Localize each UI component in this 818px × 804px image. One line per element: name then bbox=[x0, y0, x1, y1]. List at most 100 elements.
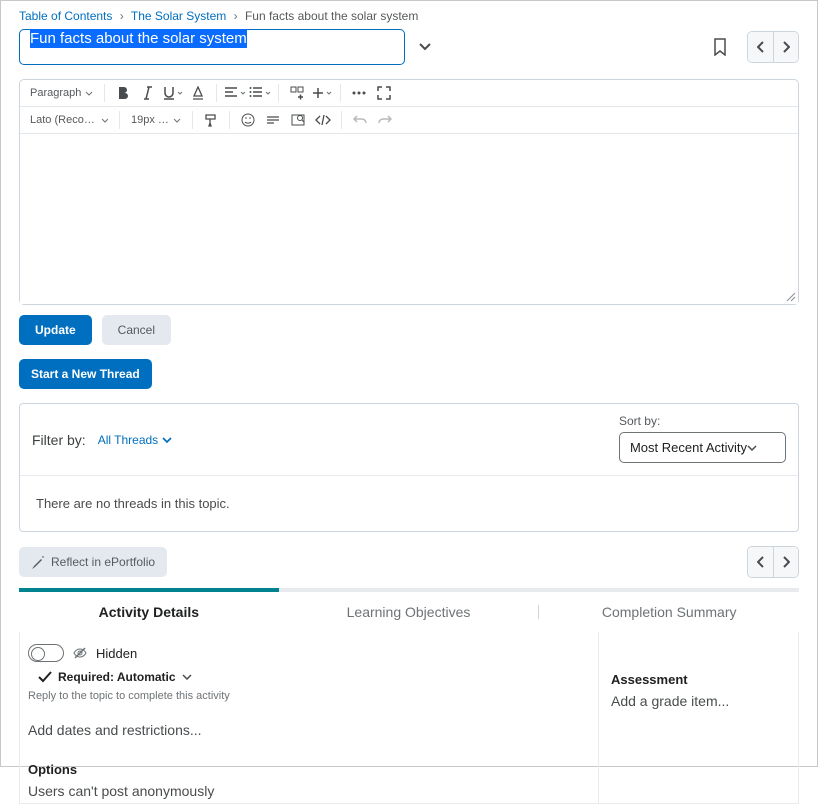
undo-icon bbox=[353, 114, 367, 126]
list-button[interactable] bbox=[249, 82, 271, 104]
title-input[interactable]: Fun facts about the solar system bbox=[19, 29, 405, 65]
redo-icon bbox=[378, 114, 392, 126]
a11y-icon bbox=[291, 113, 305, 127]
insert-icon bbox=[290, 86, 304, 100]
list-icon bbox=[249, 87, 263, 99]
text-color-icon bbox=[191, 86, 205, 100]
editor-toolbar-1: Paragraph bbox=[20, 80, 798, 107]
chevron-right-icon bbox=[782, 556, 790, 568]
font-select[interactable]: Lato (Recom… bbox=[26, 111, 112, 129]
equation-button[interactable] bbox=[262, 109, 284, 131]
undo-button[interactable] bbox=[349, 109, 371, 131]
details-tabs: Activity Details Learning Objectives Com… bbox=[19, 588, 799, 632]
options-text: Users can't post anonymously bbox=[28, 783, 590, 799]
chevron-down-icon bbox=[265, 91, 271, 95]
chevron-down-icon bbox=[101, 118, 108, 123]
check-icon bbox=[38, 671, 52, 683]
breadcrumb-link[interactable]: Table of Contents bbox=[19, 9, 112, 23]
bold-icon bbox=[117, 86, 129, 100]
reflect-button[interactable]: Reflect in ePortfolio bbox=[19, 547, 167, 577]
assessment-heading: Assessment bbox=[611, 672, 786, 687]
update-button[interactable]: Update bbox=[19, 315, 92, 345]
chevron-left-icon bbox=[757, 556, 765, 568]
format-color-button[interactable] bbox=[187, 82, 209, 104]
fullscreen-button[interactable] bbox=[373, 82, 395, 104]
completion-help: Reply to the topic to complete this acti… bbox=[28, 690, 590, 702]
align-button[interactable] bbox=[224, 82, 246, 104]
threads-panel: Filter by: All Threads Sort by: Most Rec… bbox=[19, 403, 799, 532]
section-nav bbox=[747, 546, 799, 578]
source-button[interactable] bbox=[312, 109, 334, 131]
resize-handle-icon[interactable] bbox=[786, 292, 796, 302]
filter-all-threads[interactable]: All Threads bbox=[98, 433, 172, 447]
bookmark-icon bbox=[713, 38, 727, 56]
more-button[interactable] bbox=[348, 82, 370, 104]
breadcrumb: Table of Contents › The Solar System › F… bbox=[1, 1, 817, 29]
emoji-icon bbox=[241, 113, 255, 127]
size-select[interactable]: 19px … bbox=[127, 111, 185, 129]
content-nav bbox=[747, 31, 799, 63]
empty-threads-message: There are no threads in this topic. bbox=[20, 476, 798, 531]
reflect-icon bbox=[31, 555, 45, 569]
sort-label: Sort by: bbox=[619, 414, 786, 428]
chevron-down-icon bbox=[177, 91, 183, 95]
prev-button[interactable] bbox=[748, 547, 773, 577]
bold-button[interactable] bbox=[112, 82, 134, 104]
italic-button[interactable] bbox=[137, 82, 159, 104]
chevron-left-icon bbox=[757, 41, 765, 53]
chevron-right-icon: › bbox=[120, 9, 124, 23]
tab-completion-summary[interactable]: Completion Summary bbox=[539, 592, 799, 632]
accessibility-button[interactable] bbox=[287, 109, 309, 131]
prev-button[interactable] bbox=[748, 32, 773, 62]
rich-text-editor: Paragraph Lato (Recom… 19px … bbox=[19, 79, 799, 305]
title-dropdown[interactable] bbox=[415, 37, 435, 57]
bookmark-button[interactable] bbox=[713, 38, 727, 56]
add-dates-link[interactable]: Add dates and restrictions... bbox=[28, 722, 590, 738]
underline-icon bbox=[163, 86, 175, 100]
chevron-down-icon bbox=[173, 118, 181, 123]
chevron-down-icon[interactable] bbox=[182, 674, 192, 680]
tab-learning-objectives[interactable]: Learning Objectives bbox=[279, 592, 539, 632]
editor-content[interactable] bbox=[20, 134, 798, 304]
eye-off-icon bbox=[72, 645, 88, 661]
options-heading: Options bbox=[28, 762, 590, 777]
chevron-right-icon bbox=[782, 41, 790, 53]
chevron-down-icon bbox=[240, 91, 246, 95]
visibility-label: Hidden bbox=[96, 646, 137, 661]
chevron-down-icon bbox=[326, 91, 332, 95]
more-icon bbox=[352, 91, 366, 95]
tab-activity-details[interactable]: Activity Details bbox=[19, 592, 279, 632]
next-button[interactable] bbox=[773, 547, 798, 577]
chevron-right-icon: › bbox=[234, 9, 238, 23]
chevron-down-icon bbox=[85, 91, 93, 96]
sort-select[interactable]: Most Recent Activity bbox=[619, 432, 786, 463]
start-thread-button[interactable]: Start a New Thread bbox=[19, 359, 152, 389]
editor-toolbar-2: Lato (Recom… 19px … bbox=[20, 107, 798, 134]
chevron-down-icon bbox=[419, 43, 431, 51]
cancel-button[interactable]: Cancel bbox=[102, 315, 171, 345]
format-paint-button[interactable] bbox=[200, 109, 222, 131]
filter-label: Filter by: bbox=[32, 432, 86, 448]
emoji-button[interactable] bbox=[237, 109, 259, 131]
underline-button[interactable] bbox=[162, 82, 184, 104]
breadcrumb-current: Fun facts about the solar system bbox=[245, 9, 418, 23]
required-label: Required: Automatic bbox=[58, 670, 176, 684]
insert-button[interactable] bbox=[286, 82, 308, 104]
italic-icon bbox=[143, 86, 153, 100]
plus-button[interactable] bbox=[311, 82, 333, 104]
code-icon bbox=[315, 114, 331, 126]
plus-icon bbox=[312, 87, 324, 99]
activity-details-panel: Hidden Required: Automatic Reply to the … bbox=[19, 632, 799, 804]
align-icon bbox=[224, 87, 238, 99]
next-button[interactable] bbox=[773, 32, 798, 62]
add-grade-link[interactable]: Add a grade item... bbox=[611, 693, 729, 709]
redo-button[interactable] bbox=[374, 109, 396, 131]
paragraph-select[interactable]: Paragraph bbox=[26, 84, 97, 102]
fullscreen-icon bbox=[377, 86, 391, 100]
breadcrumb-link[interactable]: The Solar System bbox=[131, 9, 226, 23]
chevron-down-icon bbox=[747, 445, 757, 451]
chevron-down-icon bbox=[162, 437, 172, 443]
paint-icon bbox=[204, 113, 218, 127]
visibility-toggle[interactable] bbox=[28, 644, 64, 662]
equation-icon bbox=[266, 114, 280, 126]
